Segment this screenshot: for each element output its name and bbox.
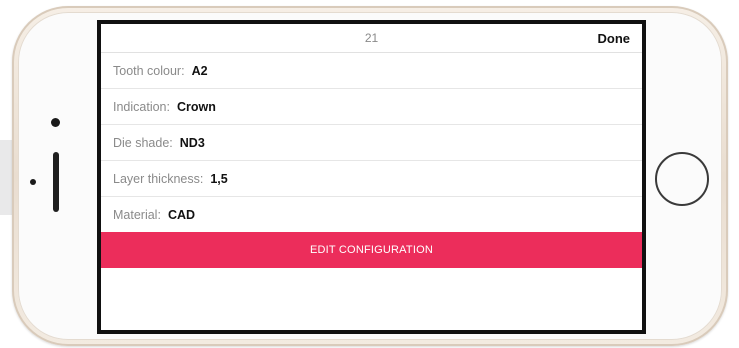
stage: 21 Done Tooth colour: A2 Indication: Cro… — [0, 0, 739, 348]
config-row-material: Material: CAD — [101, 197, 642, 232]
row-label: Material: — [113, 207, 161, 222]
home-button[interactable] — [655, 152, 709, 206]
row-value: Crown — [176, 99, 216, 114]
config-row-die-shade: Die shade: ND3 — [101, 125, 642, 161]
config-row-layer-thickness: Layer thickness: 1,5 — [101, 161, 642, 197]
row-label: Tooth colour: — [113, 63, 185, 78]
config-row-tooth-colour: Tooth colour: A2 — [101, 53, 642, 89]
speaker-grille-icon — [53, 152, 59, 212]
done-button[interactable]: Done — [598, 31, 631, 46]
edit-configuration-button[interactable]: EDIT CONFIGURATION — [101, 232, 642, 268]
row-value: ND3 — [179, 135, 205, 150]
row-value: CAD — [167, 207, 196, 222]
tooth-number-title: 21 — [364, 31, 379, 45]
top-bar: 21 Done — [101, 24, 642, 53]
row-label: Layer thickness: — [113, 171, 204, 186]
config-row-indication: Indication: Crown — [101, 89, 642, 125]
proximity-sensor-icon — [30, 179, 36, 185]
screen-content: 21 Done Tooth colour: A2 Indication: Cro… — [101, 24, 642, 330]
row-value: A2 — [191, 63, 208, 78]
row-label: Indication: — [113, 99, 170, 114]
row-label: Die shade: — [113, 135, 173, 150]
front-camera-icon — [51, 118, 60, 127]
phone-screen: 21 Done Tooth colour: A2 Indication: Cro… — [97, 20, 646, 334]
row-value: 1,5 — [210, 171, 228, 186]
